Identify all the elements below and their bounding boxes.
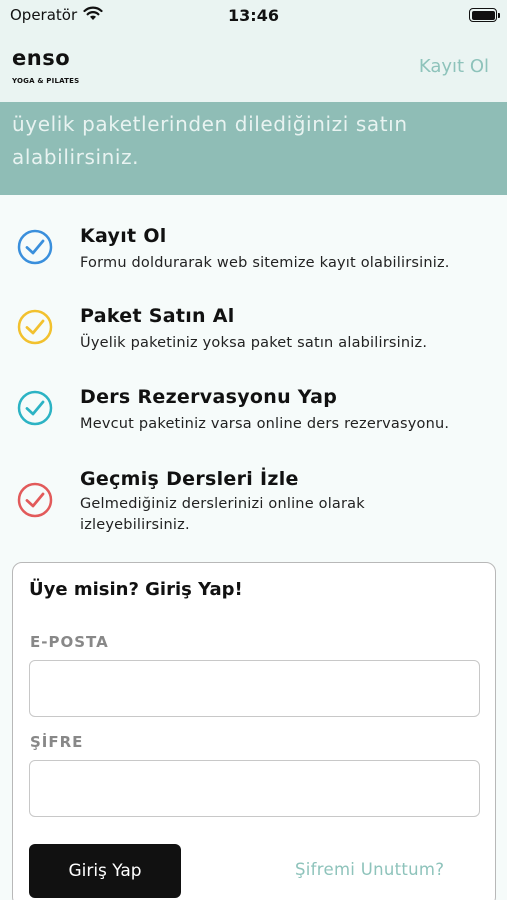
battery-icon bbox=[469, 8, 500, 22]
login-button[interactable]: Giriş Yap bbox=[29, 844, 181, 898]
logo-subtitle: YOGA & PILATES bbox=[12, 77, 80, 85]
hero-text-line-1: üyelik paketlerinden dilediğinizi satın bbox=[12, 112, 408, 136]
email-field[interactable] bbox=[29, 660, 480, 717]
status-left: Operatör bbox=[10, 6, 103, 25]
email-label: E-POSTA bbox=[30, 633, 109, 651]
login-title: Üye misin? Giriş Yap! bbox=[29, 579, 243, 600]
step-title: Paket Satın Al bbox=[80, 305, 235, 327]
step-title: Kayıt Ol bbox=[80, 225, 167, 247]
check-circle-icon bbox=[17, 390, 53, 426]
step-description: Gelmediğiniz derslerinizi online olarak … bbox=[80, 496, 365, 533]
login-card: Üye misin? Giriş Yap! E-POSTA ŞİFRE Giri… bbox=[12, 562, 496, 900]
password-field[interactable] bbox=[29, 760, 480, 817]
brand-logo[interactable]: enso YOGA & PILATES bbox=[12, 46, 80, 85]
check-circle-icon bbox=[17, 482, 53, 518]
step-description: Mevcut paketiniz varsa online ders rezer… bbox=[80, 416, 450, 432]
logo-wordmark: enso bbox=[12, 46, 79, 74]
wifi-icon bbox=[83, 6, 103, 25]
check-circle-icon bbox=[17, 309, 53, 345]
carrier-label: Operatör bbox=[10, 6, 78, 24]
nav-header: enso YOGA & PILATES Kayıt Ol bbox=[0, 30, 507, 102]
status-bar: Operatör 13:46 bbox=[0, 0, 507, 30]
password-label: ŞİFRE bbox=[30, 733, 84, 751]
hero-banner: üyelik paketlerinden dilediğinizi satın … bbox=[0, 102, 507, 195]
logo-mark: enso bbox=[12, 46, 70, 70]
step-title: Geçmiş Dersleri İzle bbox=[80, 468, 299, 490]
forgot-password-link[interactable]: Şifremi Unuttum? bbox=[295, 860, 444, 879]
check-circle-icon bbox=[17, 229, 53, 265]
step-description: Üyelik paketiniz yoksa paket satın alabi… bbox=[80, 335, 428, 351]
logo-text: enso bbox=[12, 47, 70, 69]
hero-text-line-2: alabilirsiniz. bbox=[12, 145, 140, 169]
step-description: Formu doldurarak web sitemize kayıt olab… bbox=[80, 255, 450, 271]
step-title: Ders Rezervasyonu Yap bbox=[80, 386, 338, 408]
register-link[interactable]: Kayıt Ol bbox=[419, 56, 489, 77]
